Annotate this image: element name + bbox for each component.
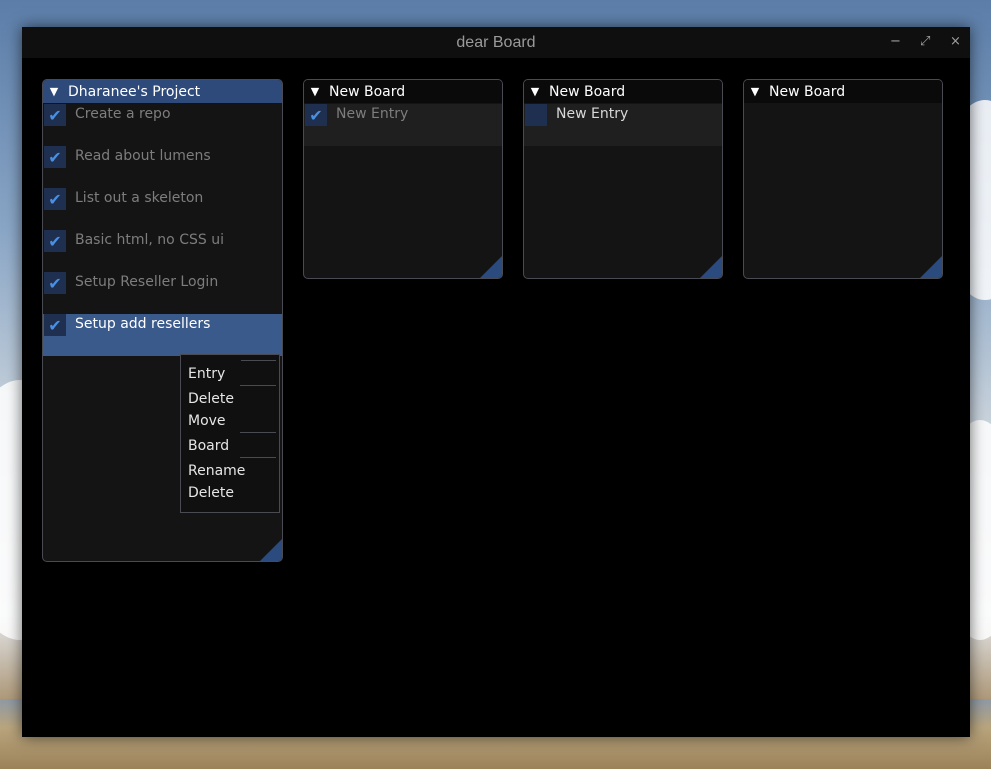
list-item[interactable]: ✔ Read about lumens xyxy=(43,146,282,188)
entry-checkbox[interactable]: ✔ xyxy=(44,146,66,168)
check-icon: ✔ xyxy=(48,231,62,251)
menu-item-delete-board[interactable]: Delete xyxy=(181,482,279,504)
window-controls: − ⤢ × xyxy=(890,33,961,51)
board-panel: ▼ New Board New Entry xyxy=(523,79,723,279)
entry-checkbox[interactable] xyxy=(525,104,547,126)
check-icon: ✔ xyxy=(309,105,323,125)
list-item[interactable]: New Entry xyxy=(524,104,722,146)
entry-checkbox[interactable]: ✔ xyxy=(44,314,66,336)
board-header[interactable]: ▼ Dharanee's Project xyxy=(43,80,282,103)
menu-item-delete-entry[interactable]: Delete xyxy=(181,388,279,410)
entry-checkbox[interactable]: ✔ xyxy=(44,230,66,252)
entry-label: Read about lumens xyxy=(75,148,211,164)
collapse-arrow-icon[interactable]: ▼ xyxy=(749,85,761,98)
entry-checkbox[interactable]: ✔ xyxy=(305,104,327,126)
board-title: New Board xyxy=(549,83,626,100)
entry-label: Basic html, no CSS ui xyxy=(75,232,224,248)
list-item[interactable]: ✔ Create a repo xyxy=(43,104,282,146)
board-title: New Board xyxy=(329,83,406,100)
menu-separator xyxy=(240,432,276,433)
menu-item-rename-board[interactable]: Rename xyxy=(181,460,279,482)
resize-grip[interactable] xyxy=(260,539,282,561)
window-title: dear Board xyxy=(456,33,536,51)
context-menu: Entry Delete Move Board Rename Delete xyxy=(180,354,280,513)
collapse-arrow-icon[interactable]: ▼ xyxy=(309,85,321,98)
entry-checkbox[interactable]: ✔ xyxy=(44,272,66,294)
resize-grip[interactable] xyxy=(700,256,722,278)
list-item[interactable]: ✔ Setup add resellers xyxy=(43,314,282,356)
entry-checkbox[interactable]: ✔ xyxy=(44,104,66,126)
collapse-arrow-icon[interactable]: ▼ xyxy=(529,85,541,98)
maximize-icon[interactable]: ⤢ xyxy=(920,33,930,51)
check-icon: ✔ xyxy=(48,273,62,293)
entry-label: New Entry xyxy=(556,106,629,122)
resize-grip[interactable] xyxy=(480,256,502,278)
list-item[interactable]: ✔ List out a skeleton xyxy=(43,188,282,230)
close-icon[interactable]: × xyxy=(950,33,961,51)
entry-label: New Entry xyxy=(336,106,409,122)
entry-label: List out a skeleton xyxy=(75,190,204,206)
entry-checkbox[interactable]: ✔ xyxy=(44,188,66,210)
app-window: dear Board − ⤢ × ▼ Dharanee's Project ✔ … xyxy=(22,27,970,737)
resize-grip[interactable] xyxy=(920,256,942,278)
check-icon: ✔ xyxy=(48,315,62,335)
board-panel: ▼ New Board ✔ New Entry xyxy=(303,79,503,279)
menu-section-entry: Entry xyxy=(188,366,226,382)
check-icon: ✔ xyxy=(48,189,62,209)
board-header[interactable]: ▼ New Board xyxy=(744,80,942,103)
list-item[interactable]: ✔ Setup Reseller Login xyxy=(43,272,282,314)
collapse-arrow-icon[interactable]: ▼ xyxy=(48,85,60,98)
board-header[interactable]: ▼ New Board xyxy=(524,80,722,103)
list-item[interactable]: ✔ Basic html, no CSS ui xyxy=(43,230,282,272)
entry-label: Setup add resellers xyxy=(75,316,211,332)
board-header[interactable]: ▼ New Board xyxy=(304,80,502,103)
board-panel: ▼ New Board xyxy=(743,79,943,279)
title-bar[interactable]: dear Board − ⤢ × xyxy=(22,27,970,58)
board-title: New Board xyxy=(769,83,846,100)
menu-separator xyxy=(241,360,276,361)
entry-label: Setup Reseller Login xyxy=(75,274,219,290)
entry-label: Create a repo xyxy=(75,106,171,122)
menu-separator xyxy=(240,457,276,458)
menu-separator xyxy=(240,385,276,386)
minimize-icon[interactable]: − xyxy=(890,33,901,51)
check-icon: ✔ xyxy=(48,105,62,125)
menu-item-move-entry[interactable]: Move xyxy=(181,410,279,432)
check-icon: ✔ xyxy=(48,147,62,167)
list-item[interactable]: ✔ New Entry xyxy=(304,104,502,146)
menu-section-board: Board xyxy=(188,438,230,454)
board-title: Dharanee's Project xyxy=(68,83,201,100)
